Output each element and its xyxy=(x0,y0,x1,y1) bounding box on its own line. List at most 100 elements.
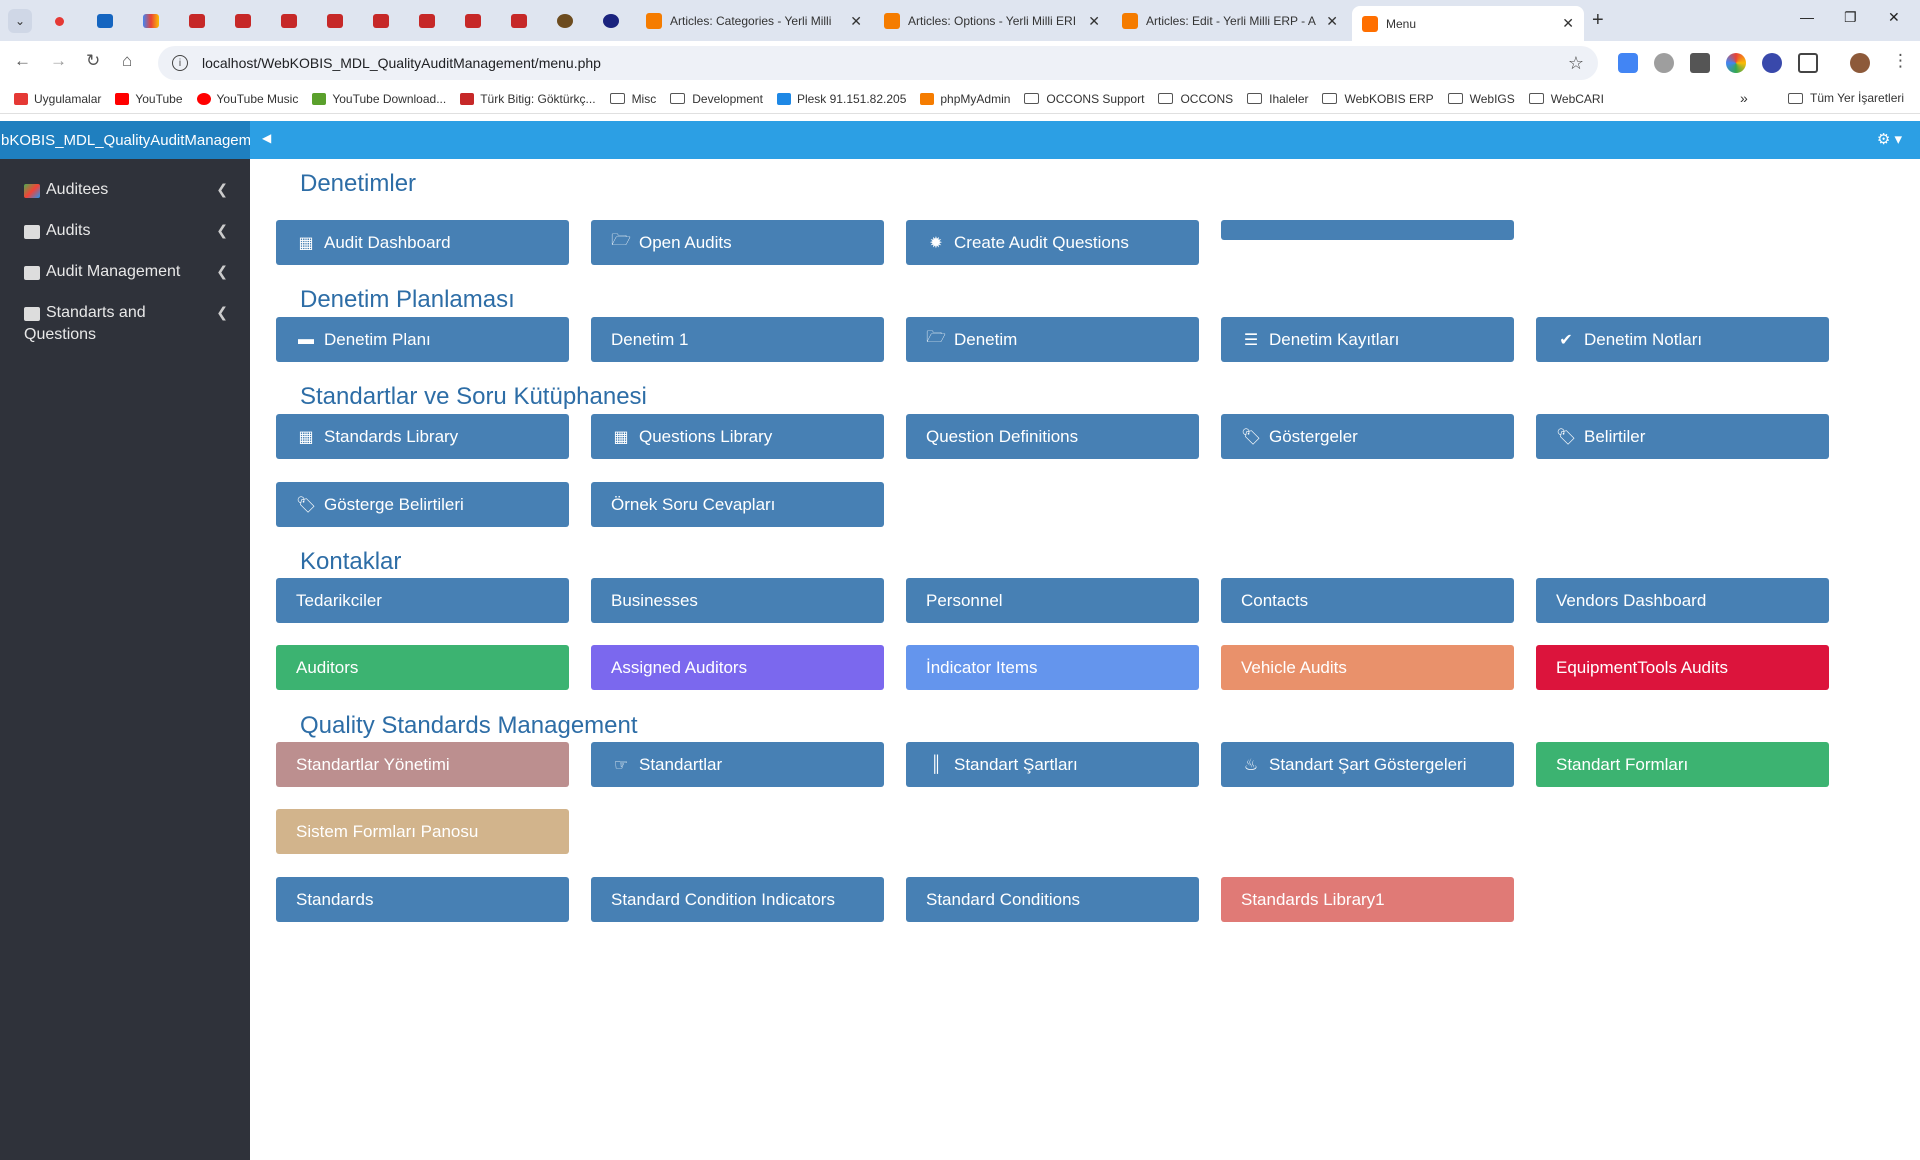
sidebar-item-audits[interactable]: Audits ❮ xyxy=(0,220,250,244)
sidebar-item-standarts-and-questions[interactable]: Standarts and Questions ❮ xyxy=(0,302,250,350)
pinned-tab[interactable] xyxy=(404,8,450,34)
assigned-auditors-button[interactable]: Assigned Auditors xyxy=(591,645,884,690)
translate-icon[interactable] xyxy=(1618,53,1638,73)
tab-search-button[interactable]: ⌄ xyxy=(8,9,32,33)
standard-condition-indicators-button[interactable]: Standard Condition Indicators xyxy=(591,877,884,922)
denetim-button[interactable]: 🗁 Denetim xyxy=(906,317,1199,362)
bookmark-folder-ihaleler[interactable]: Ihaleler xyxy=(1247,92,1308,106)
tab-articles-edit[interactable]: Articles: Edit - Yerli Milli ERP - A ✕ xyxy=(1112,6,1348,36)
close-icon[interactable]: ✕ xyxy=(1088,13,1100,30)
bookmark-apps[interactable]: Uygulamalar xyxy=(14,92,101,106)
vehicle-audits-button[interactable]: Vehicle Audits xyxy=(1221,645,1514,690)
auditors-button[interactable]: Auditors xyxy=(276,645,569,690)
close-icon[interactable]: ✕ xyxy=(1326,13,1338,30)
gosterge-belirtileri-button[interactable]: 🏷 Gösterge Belirtileri xyxy=(276,482,569,527)
open-audits-button[interactable]: 🗁 Open Audits xyxy=(591,220,884,265)
bookmark-youtube-music[interactable]: YouTube Music xyxy=(196,92,298,106)
standards-button[interactable]: Standards xyxy=(276,877,569,922)
pinned-tab[interactable] xyxy=(312,8,358,34)
gostergeler-button[interactable]: 🏷 Göstergeler xyxy=(1221,414,1514,459)
back-icon[interactable]: ← xyxy=(14,51,31,71)
standards-library-button[interactable]: ▦ Standards Library xyxy=(276,414,569,459)
standartlar-yonetimi-button[interactable]: Standartlar Yönetimi xyxy=(276,742,569,787)
sidebar-toggle-icon[interactable]: ◀ xyxy=(262,131,271,145)
denetim-plani-button[interactable]: ▬ Denetim Planı xyxy=(276,317,569,362)
all-bookmarks-folder[interactable]: Tüm Yer İşaretleri xyxy=(1788,91,1904,105)
bookmark-folder-development[interactable]: Development xyxy=(670,92,763,106)
bookmark-folder-webkobis-erp[interactable]: WebKOBIS ERP xyxy=(1322,92,1434,106)
url-text[interactable]: localhost/WebKOBIS_MDL_QualityAuditManag… xyxy=(202,55,601,71)
bookmark-youtube[interactable]: YouTube xyxy=(115,92,183,106)
pinned-tab[interactable] xyxy=(36,8,82,34)
ornek-soru-cevaplari-button[interactable]: Örnek Soru Cevapları xyxy=(591,482,884,527)
indicator-items-button[interactable]: İndicator Items xyxy=(906,645,1199,690)
pinned-tab[interactable] xyxy=(450,8,496,34)
standards-library1-button[interactable]: Standards Library1 xyxy=(1221,877,1514,922)
bookmark-youtube-download[interactable]: YouTube Download... xyxy=(312,92,446,106)
belirtiler-button[interactable]: 🏷 Belirtiler xyxy=(1536,414,1829,459)
question-definitions-button[interactable]: Question Definitions xyxy=(906,414,1199,459)
create-audit-questions-button[interactable]: ✹ Create Audit Questions xyxy=(906,220,1199,265)
bookmark-phpmyadmin[interactable]: phpMyAdmin xyxy=(920,92,1010,106)
pinned-tab[interactable] xyxy=(266,8,312,34)
forward-icon[interactable]: → xyxy=(50,51,67,71)
pinned-tab[interactable] xyxy=(496,8,542,34)
extension-icon[interactable] xyxy=(1762,53,1782,73)
bookmark-folder-webigs[interactable]: WebIGS xyxy=(1447,92,1515,106)
standartlar-button[interactable]: ☞ Standartlar xyxy=(591,742,884,787)
contacts-button[interactable]: Contacts xyxy=(1221,578,1514,623)
restore-button[interactable]: ❐ xyxy=(1844,9,1857,26)
bookmark-turk-bitig[interactable]: Türk Bitig: Göktürkç... xyxy=(460,92,596,106)
sidebar-item-audit-management[interactable]: Audit Management ❮ xyxy=(0,261,250,285)
address-bar[interactable]: i localhost/WebKOBIS_MDL_QualityAuditMan… xyxy=(158,46,1598,80)
standart-formlari-button[interactable]: Standart Formları xyxy=(1536,742,1829,787)
audit-dashboard-button[interactable]: ▦ Audit Dashboard xyxy=(276,220,569,265)
bookmark-folder-webcari[interactable]: WebCARI xyxy=(1528,92,1604,106)
bookmark-folder-misc[interactable]: Misc xyxy=(609,92,656,106)
more-bookmarks-button[interactable]: » xyxy=(1740,90,1748,106)
standart-sart-gostergeleri-button[interactable]: ♨ Standart Şart Göstergeleri xyxy=(1221,742,1514,787)
pinned-tab[interactable] xyxy=(358,8,404,34)
standard-conditions-button[interactable]: Standard Conditions xyxy=(906,877,1199,922)
reload-icon[interactable]: ↻ xyxy=(86,51,100,71)
tedarikciler-button[interactable]: Tedarikciler xyxy=(276,578,569,623)
avatar[interactable] xyxy=(1850,53,1870,73)
color-picker-icon[interactable] xyxy=(1726,53,1746,73)
tab-menu-active[interactable]: Menu ✕ xyxy=(1352,6,1584,41)
bookmark-plesk[interactable]: Plesk 91.151.82.205 xyxy=(776,92,906,106)
close-icon[interactable]: ✕ xyxy=(1562,15,1574,32)
denetim-notlari-button[interactable]: ✔ Denetim Notları xyxy=(1536,317,1829,362)
site-info-icon[interactable]: i xyxy=(172,55,188,71)
denetim-kayitlari-button[interactable]: ☰ Denetim Kayıtları xyxy=(1221,317,1514,362)
pinned-tab[interactable] xyxy=(82,8,128,34)
minimize-button[interactable]: — xyxy=(1800,9,1814,25)
vendors-dashboard-button[interactable]: Vendors Dashboard xyxy=(1536,578,1829,623)
bookmark-folder-occons[interactable]: OCCONS xyxy=(1158,92,1233,106)
app-title[interactable]: bKOBIS_MDL_QualityAuditManagem xyxy=(0,121,250,159)
questions-library-button[interactable]: ▦ Questions Library xyxy=(591,414,884,459)
tab-articles-categories[interactable]: Articles: Categories - Yerli Milli ✕ xyxy=(636,6,872,36)
home-icon[interactable]: ⌂ xyxy=(122,51,132,71)
settings-gear-icon[interactable]: ⚙ ▾ xyxy=(1877,130,1902,148)
pinned-tab[interactable] xyxy=(588,8,634,34)
menu-icon[interactable]: ⋮ xyxy=(1892,51,1909,71)
new-tab-button[interactable]: + xyxy=(1592,9,1604,32)
denetim-1-button[interactable]: Denetim 1 xyxy=(591,317,884,362)
bookmark-folder-occons-support[interactable]: OCCONS Support xyxy=(1024,92,1144,106)
equipmenttools-audits-button[interactable]: EquipmentTools Audits xyxy=(1536,645,1829,690)
standart-sartlari-button[interactable]: ║ Standart Şartları xyxy=(906,742,1199,787)
pinned-tab[interactable] xyxy=(174,8,220,34)
empty-tile-button[interactable] xyxy=(1221,220,1514,240)
puzzle-icon[interactable] xyxy=(1798,53,1818,73)
pinned-tab[interactable] xyxy=(128,8,174,34)
businesses-button[interactable]: Businesses xyxy=(591,578,884,623)
close-window-button[interactable]: ✕ xyxy=(1888,9,1900,26)
bookmark-star-icon[interactable]: ☆ xyxy=(1568,53,1584,74)
pinned-tab[interactable] xyxy=(542,8,588,34)
recycle-icon[interactable] xyxy=(1654,53,1674,73)
close-icon[interactable]: ✕ xyxy=(850,13,862,30)
personnel-button[interactable]: Personnel xyxy=(906,578,1199,623)
extension-icon[interactable] xyxy=(1690,53,1710,73)
pinned-tab[interactable] xyxy=(220,8,266,34)
sistem-formlari-panosu-button[interactable]: Sistem Formları Panosu xyxy=(276,809,569,854)
